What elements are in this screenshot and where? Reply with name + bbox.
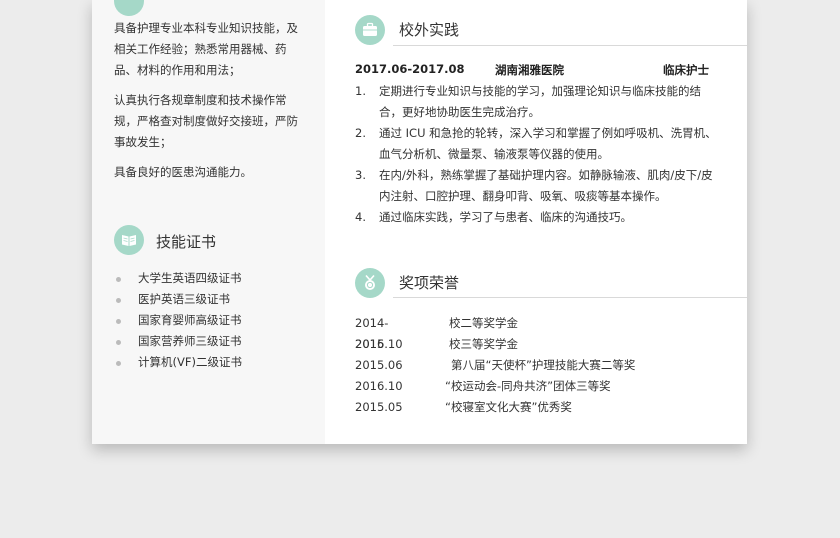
award-name: 第八届“天使杯”护理技能大赛二等奖	[451, 358, 636, 372]
award-name: “校运动会-同舟共济”团体三等奖	[445, 379, 611, 393]
medal-icon	[355, 268, 385, 298]
list-item: 医护英语三级证书	[114, 289, 242, 310]
list-item: 4. 通过临床实践，学习了与患者、临床的沟通技巧。	[355, 207, 717, 228]
item-number: 1.	[355, 84, 366, 98]
skill-name: 国家育婴师高级证书	[138, 313, 242, 327]
list-item: 2. 通过 ICU 和急抢的轮转，深入学习和掌握了例如呼吸机、洗胃机、血气分析机、…	[355, 123, 717, 165]
section-title-partial	[154, 0, 214, 1]
award-date: 2015.05	[355, 400, 403, 414]
award-date: 2015.06	[355, 358, 403, 372]
section-icon-partial	[114, 0, 144, 16]
bullet-dot	[116, 339, 121, 345]
briefcase-icon	[355, 15, 385, 45]
award-name: 校二等奖学金	[449, 316, 518, 330]
skills-list: 大学生英语四级证书 医护英语三级证书 国家育婴师高级证书 国家营养师三级证书 计…	[114, 268, 242, 373]
award-date: 2016.10	[355, 379, 403, 393]
section-divider	[393, 45, 747, 46]
skills-section-title: 技能证书	[156, 233, 217, 251]
item-text: 在内/外科，熟练掌握了基础护理内容。如静脉输液、肌肉/皮下/皮内注射、口腔护理、…	[379, 168, 713, 203]
self-eval-paragraph-3: 具备良好的医患沟通能力。	[114, 165, 252, 179]
list-item: 3. 在内/外科，熟练掌握了基础护理内容。如静脉输液、肌肉/皮下/皮内注射、口腔护…	[355, 165, 717, 207]
award-date: 2016.10	[355, 337, 403, 351]
item-text: 通过临床实践，学习了与患者、临床的沟通技巧。	[379, 210, 632, 224]
self-eval-paragraph-1: 具备护理专业本科专业知识技能，及相关工作经验；熟悉常用器械、药品、材料的作用和用…	[114, 21, 298, 77]
item-text: 定期进行专业知识与技能的学习，加强理论知识与临床技能的结合，更好地协助医生完成治…	[379, 84, 701, 119]
skill-name: 医护英语三级证书	[138, 292, 230, 306]
list-item: 大学生英语四级证书	[114, 268, 242, 289]
awards-section-title: 奖项荣誉	[399, 274, 460, 292]
left-column: 具备护理专业本科专业知识技能，及相关工作经验；熟悉常用器械、药品、材料的作用和用…	[92, 0, 325, 444]
practice-hospital: 湖南湘雅医院	[495, 63, 564, 77]
award-name: “校寝室文化大赛”优秀奖	[445, 400, 572, 414]
bullet-dot	[116, 276, 121, 282]
list-item: 国家育婴师高级证书	[114, 310, 242, 331]
resume-page: 具备护理专业本科专业知识技能，及相关工作经验；熟悉常用器械、药品、材料的作用和用…	[92, 0, 747, 444]
item-number: 2.	[355, 126, 366, 140]
award-name: 校三等奖学金	[449, 337, 518, 351]
practice-section-title: 校外实践	[399, 21, 460, 39]
practice-period: 2017.06-2017.08	[355, 62, 465, 76]
list-item: 国家营养师三级证书	[114, 331, 242, 352]
skill-name: 计算机(VF)二级证书	[138, 355, 242, 369]
bullet-dot	[116, 318, 121, 324]
skill-name: 大学生英语四级证书	[138, 271, 242, 285]
bullet-dot	[116, 360, 121, 366]
skill-name: 国家营养师三级证书	[138, 334, 242, 348]
section-divider	[393, 297, 747, 298]
item-text: 通过 ICU 和急抢的轮转，深入学习和掌握了例如呼吸机、洗胃机、血气分析机、微量…	[379, 126, 717, 161]
practice-list: 1. 定期进行专业知识与技能的学习，加强理论知识与临床技能的结合，更好地协助医生完…	[355, 81, 717, 228]
item-number: 4.	[355, 210, 366, 224]
practice-role: 临床护士	[663, 63, 709, 77]
self-eval-paragraph-2: 认真执行各规章制度和技术操作常规，严格查对制度做好交接班，严防事故发生；	[114, 93, 298, 149]
book-icon	[114, 225, 144, 255]
bullet-dot	[116, 297, 121, 303]
list-item: 1. 定期进行专业知识与技能的学习，加强理论知识与临床技能的结合，更好地协助医生完…	[355, 81, 717, 123]
item-number: 3.	[355, 168, 366, 182]
right-column: 校外实践 2017.06-2017.08 湖南湘雅医院 临床护士 1. 定期进行专…	[325, 0, 747, 444]
list-item: 计算机(VF)二级证书	[114, 352, 242, 373]
